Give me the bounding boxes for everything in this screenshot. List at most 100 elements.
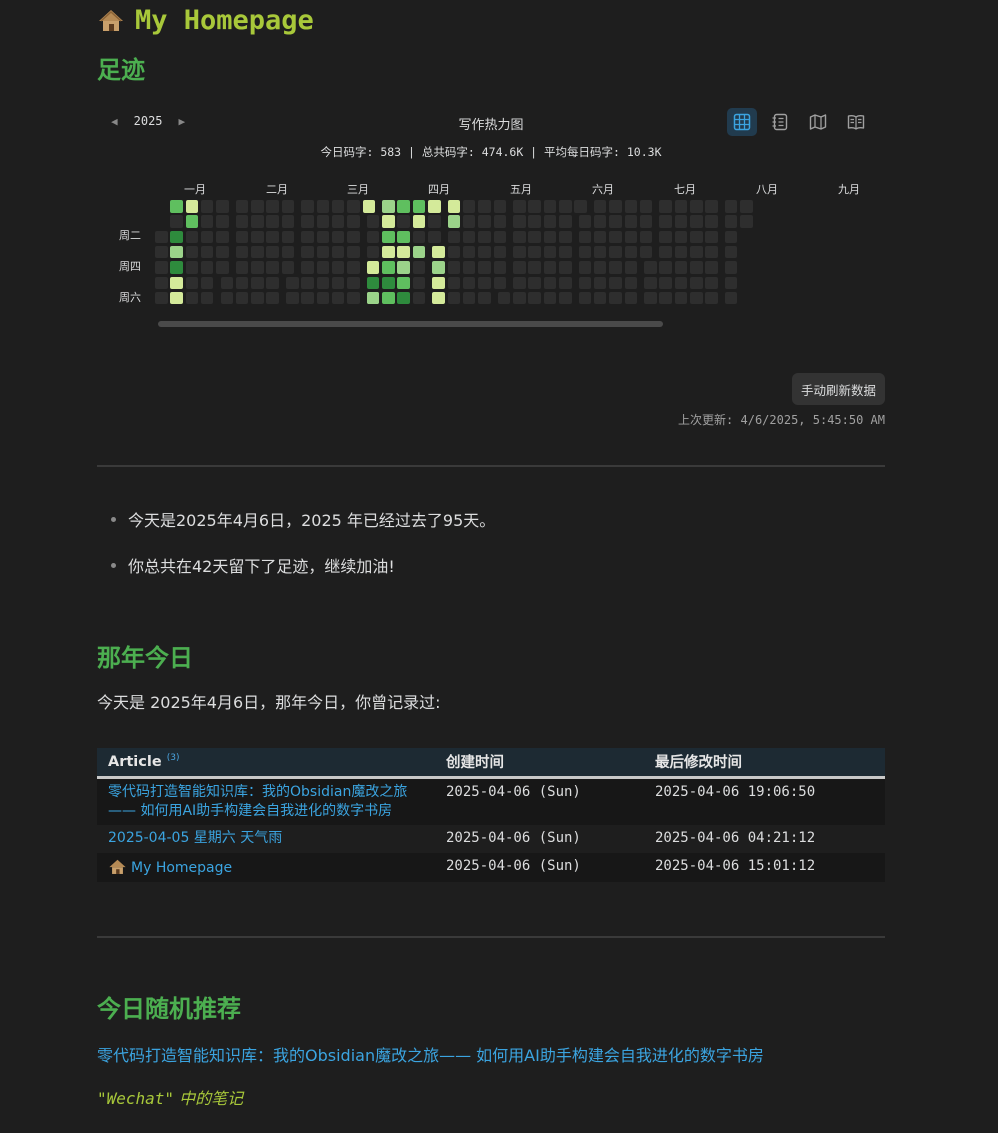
heatmap-day-cell[interactable] — [251, 245, 264, 259]
heatmap-day-cell[interactable] — [593, 276, 607, 289]
heatmap-day-cell[interactable] — [513, 230, 526, 244]
heatmap-day-cell[interactable] — [513, 261, 526, 274]
heatmap-day-cell[interactable] — [235, 245, 249, 259]
heatmap-day-cell[interactable] — [674, 276, 688, 289]
heatmap-day-cell[interactable] — [432, 245, 445, 259]
heatmap-day-cell[interactable] — [674, 245, 688, 259]
heatmap-day-cell[interactable] — [462, 245, 476, 259]
heatmap-day-cell[interactable] — [624, 276, 637, 289]
heatmap-day-cell[interactable] — [705, 261, 718, 274]
heatmap-day-cell[interactable] — [200, 276, 214, 289]
heatmap-day-cell[interactable] — [462, 291, 476, 305]
heatmap-day-cell[interactable] — [155, 276, 168, 289]
heatmap-day-cell[interactable] — [266, 276, 279, 289]
heatmap-day-cell[interactable] — [185, 261, 199, 274]
heatmap-day-cell[interactable] — [609, 291, 622, 305]
heatmap-day-cell[interactable] — [478, 215, 491, 228]
heatmap-day-cell[interactable] — [659, 215, 672, 228]
heatmap-day-cell[interactable] — [412, 261, 426, 274]
heatmap-day-cell[interactable] — [513, 200, 526, 213]
heatmap-day-cell[interactable] — [493, 230, 506, 244]
heatmap-day-cell[interactable] — [216, 215, 229, 228]
heatmap-day-cell[interactable] — [200, 200, 214, 213]
heatmap-day-cell[interactable] — [528, 245, 541, 259]
heatmap-day-cell[interactable] — [235, 291, 249, 305]
heatmap-day-cell[interactable] — [639, 215, 653, 228]
heatmap-day-cell[interactable] — [347, 230, 360, 244]
heatmap-day-cell[interactable] — [593, 230, 607, 244]
heatmap-day-cell[interactable] — [216, 261, 229, 274]
map-view-button[interactable] — [803, 108, 833, 136]
heatmap-day-cell[interactable] — [624, 215, 637, 228]
heatmap-day-cell[interactable] — [266, 291, 279, 305]
heatmap-day-cell[interactable] — [659, 200, 672, 213]
heatmap-day-cell[interactable] — [301, 291, 314, 305]
heatmap-day-cell[interactable] — [609, 230, 622, 244]
heatmap-day-cell[interactable] — [705, 230, 718, 244]
heatmap-day-cell[interactable] — [366, 215, 380, 228]
heatmap-day-cell[interactable] — [216, 200, 229, 213]
heatmap-day-cell[interactable] — [578, 261, 592, 274]
heatmap-day-cell[interactable] — [382, 291, 395, 305]
heatmap-day-cell[interactable] — [513, 291, 526, 305]
heatmap-day-cell[interactable] — [412, 276, 426, 289]
book-view-button[interactable] — [841, 108, 871, 136]
heatmap-day-cell[interactable] — [382, 200, 395, 213]
heatmap-day-cell[interactable] — [281, 200, 295, 213]
heatmap-day-cell[interactable] — [724, 215, 738, 228]
heatmap-day-cell[interactable] — [412, 230, 426, 244]
heatmap-day-cell[interactable] — [397, 291, 410, 305]
heatmap-day-cell[interactable] — [185, 245, 199, 259]
heatmap-day-cell[interactable] — [593, 200, 607, 213]
heatmap-day-cell[interactable] — [382, 245, 395, 259]
heatmap-day-cell[interactable] — [644, 276, 657, 289]
heatmap-day-cell[interactable] — [331, 230, 345, 244]
heatmap-day-cell[interactable] — [432, 276, 445, 289]
heatmap-day-cell[interactable] — [347, 245, 360, 259]
heatmap-day-cell[interactable] — [674, 200, 688, 213]
heatmap-day-cell[interactable] — [593, 261, 607, 274]
heatmap-day-cell[interactable] — [366, 276, 380, 289]
heatmap-day-cell[interactable] — [428, 215, 441, 228]
heatmap-day-cell[interactable] — [216, 230, 229, 244]
heatmap-day-cell[interactable] — [428, 200, 441, 213]
heatmap-day-cell[interactable] — [301, 276, 314, 289]
heatmap-day-cell[interactable] — [347, 276, 360, 289]
heatmap-day-cell[interactable] — [462, 261, 476, 274]
heatmap-day-cell[interactable] — [462, 276, 476, 289]
heatmap-day-cell[interactable] — [286, 276, 299, 289]
heatmap-day-cell[interactable] — [331, 245, 345, 259]
heatmap-day-cell[interactable] — [316, 200, 330, 213]
heatmap-day-cell[interactable] — [593, 215, 607, 228]
heatmap-day-cell[interactable] — [251, 276, 264, 289]
heatmap-day-cell[interactable] — [170, 215, 183, 228]
heatmap-day-cell[interactable] — [251, 261, 264, 274]
heatmap-day-cell[interactable] — [155, 230, 168, 244]
heatmap-day-cell[interactable] — [362, 200, 375, 213]
heatmap-day-cell[interactable] — [609, 276, 622, 289]
heatmap-day-cell[interactable] — [543, 276, 557, 289]
heatmap-day-cell[interactable] — [301, 261, 314, 274]
heatmap-day-cell[interactable] — [705, 200, 718, 213]
article-link[interactable]: 零代码打造智能知识库：我的Obsidian魔改之旅 —— 如何用AI助手构建会自我… — [108, 784, 407, 819]
heatmap-day-cell[interactable] — [674, 291, 688, 305]
heatmap-day-cell[interactable] — [200, 291, 214, 305]
heatmap-day-cell[interactable] — [216, 245, 229, 259]
heatmap-day-cell[interactable] — [200, 245, 214, 259]
heatmap-day-cell[interactable] — [543, 200, 557, 213]
heatmap-day-cell[interactable] — [447, 245, 461, 259]
heatmap-day-cell[interactable] — [331, 261, 345, 274]
heatmap-day-cell[interactable] — [609, 215, 622, 228]
heatmap-day-cell[interactable] — [513, 215, 526, 228]
heatmap-day-cell[interactable] — [382, 276, 395, 289]
heatmap-day-cell[interactable] — [347, 291, 360, 305]
heatmap-day-cell[interactable] — [659, 230, 672, 244]
heatmap-day-cell[interactable] — [724, 276, 738, 289]
heatmap-day-cell[interactable] — [447, 215, 461, 228]
heatmap-day-cell[interactable] — [674, 230, 688, 244]
heatmap-day-cell[interactable] — [397, 245, 410, 259]
heatmap-day-cell[interactable] — [624, 261, 637, 274]
heatmap-day-cell[interactable] — [286, 291, 299, 305]
heatmap-day-cell[interactable] — [724, 261, 738, 274]
heatmap-day-cell[interactable] — [382, 230, 395, 244]
